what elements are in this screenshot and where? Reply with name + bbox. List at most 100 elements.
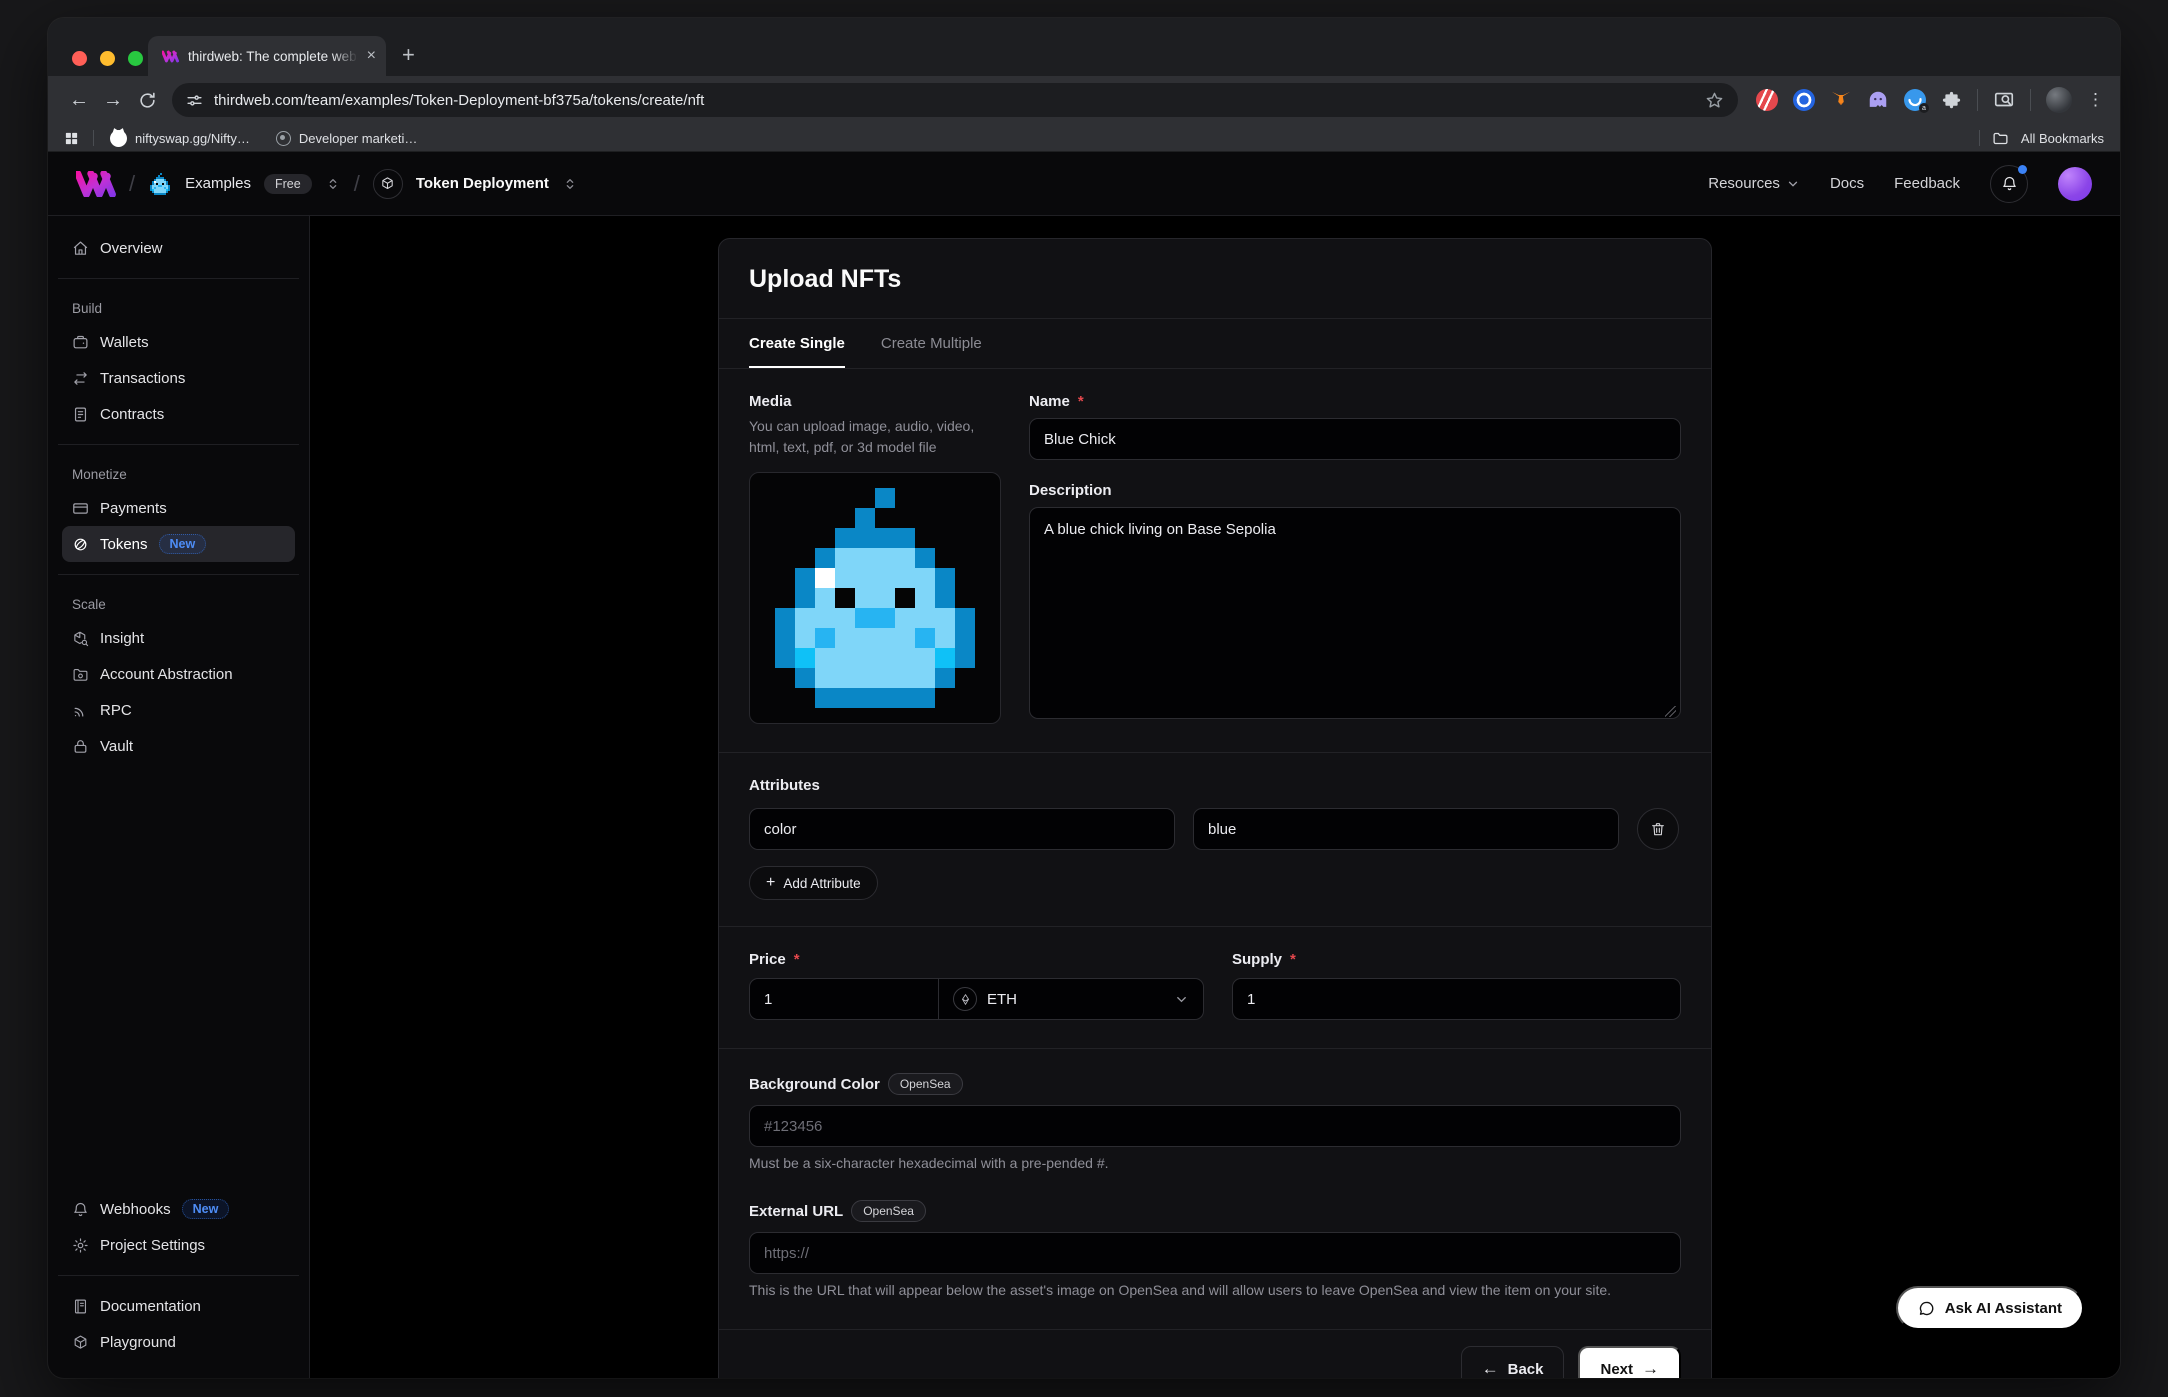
bookmark-developer-marketing[interactable]: Developer marketi… bbox=[276, 131, 418, 146]
cube-icon bbox=[72, 1334, 89, 1351]
section-attributes: Attributes + Add Attribute bbox=[719, 752, 1711, 926]
bookmark-star-icon[interactable] bbox=[1705, 91, 1724, 110]
metamask-extension-icon[interactable] bbox=[1830, 89, 1852, 111]
all-bookmarks[interactable]: All Bookmarks bbox=[1979, 130, 2104, 147]
bookmark-niftyswap[interactable]: niftyswap.gg/Nifty… bbox=[110, 130, 250, 147]
extension-round-blue-icon[interactable]: a bbox=[1904, 89, 1926, 111]
forward-icon[interactable]: → bbox=[96, 89, 130, 112]
thirdweb-app: / Examples Free / Token Deployment Reso bbox=[48, 152, 2120, 1378]
sidebar-item-contracts[interactable]: Contracts bbox=[62, 396, 295, 432]
add-attribute-button[interactable]: + Add Attribute bbox=[749, 866, 878, 900]
divider bbox=[58, 278, 299, 279]
attribute-value-input[interactable] bbox=[1193, 808, 1619, 850]
page-title: Upload NFTs bbox=[749, 265, 1681, 294]
background-color-input[interactable] bbox=[749, 1105, 1681, 1147]
supply-input[interactable] bbox=[1232, 978, 1681, 1020]
chrome-menu-icon[interactable]: ⋮ bbox=[2087, 90, 2101, 110]
sidebar-item-documentation[interactable]: Documentation bbox=[62, 1288, 295, 1324]
new-tab-button[interactable]: + bbox=[402, 42, 415, 68]
resources-link[interactable]: Resources bbox=[1708, 175, 1800, 192]
sidebar-item-insight[interactable]: Insight bbox=[62, 620, 295, 656]
feedback-link[interactable]: Feedback bbox=[1894, 175, 1960, 192]
extensions-puzzle-icon[interactable] bbox=[1941, 90, 1962, 111]
price-group: ETH bbox=[749, 978, 1204, 1020]
credit-card-icon bbox=[72, 500, 89, 517]
phantom-extension-icon[interactable] bbox=[1867, 89, 1889, 111]
extension-blue-icon[interactable] bbox=[1793, 89, 1815, 111]
add-attribute-label: Add Attribute bbox=[783, 876, 860, 891]
lock-icon bbox=[72, 738, 89, 755]
close-window-button[interactable] bbox=[72, 51, 87, 66]
apps-grid-icon[interactable] bbox=[64, 131, 79, 146]
browser-window: thirdweb: The complete web3 × + ← → thir… bbox=[48, 18, 2120, 1378]
notification-dot bbox=[2018, 165, 2027, 174]
media-helper: You can upload image, audio, video, html… bbox=[749, 416, 997, 458]
bookmark-label: niftyswap.gg/Nifty… bbox=[135, 131, 250, 146]
sidebar-item-transactions[interactable]: Transactions bbox=[62, 360, 295, 396]
maximize-window-button[interactable] bbox=[128, 51, 143, 66]
name-description-column: Name * Description A blue chick living o… bbox=[1029, 393, 1681, 724]
external-url-input[interactable] bbox=[749, 1232, 1681, 1274]
extension-red-icon[interactable] bbox=[1756, 89, 1778, 111]
sidebar-item-webhooks[interactable]: Webhooks New bbox=[62, 1191, 295, 1227]
sidebar-item-vault[interactable]: Vault bbox=[62, 728, 295, 764]
required-asterisk: * bbox=[794, 951, 800, 968]
sidebar-item-tokens[interactable]: Tokens New bbox=[62, 526, 295, 562]
thirdweb-favicon-icon bbox=[162, 49, 179, 64]
attribute-row bbox=[749, 808, 1681, 850]
divider bbox=[58, 444, 299, 445]
sidebar-item-payments[interactable]: Payments bbox=[62, 490, 295, 526]
price-input[interactable] bbox=[749, 978, 939, 1020]
team-name[interactable]: Examples bbox=[185, 175, 251, 192]
name-input[interactable] bbox=[1029, 418, 1681, 460]
tab-create-multiple[interactable]: Create Multiple bbox=[881, 319, 982, 368]
next-button[interactable]: Next → bbox=[1578, 1346, 1681, 1378]
currency-select[interactable]: ETH bbox=[939, 978, 1204, 1020]
tab-create-single[interactable]: Create Single bbox=[749, 319, 845, 368]
url-text[interactable]: thirdweb.com/team/examples/Token-Deploym… bbox=[214, 92, 1694, 109]
sidebar-label: Tokens bbox=[100, 536, 148, 553]
sidebar-item-rpc[interactable]: RPC bbox=[62, 692, 295, 728]
delete-attribute-button[interactable] bbox=[1637, 808, 1679, 850]
chevron-down-icon bbox=[1786, 177, 1800, 191]
ask-ai-assistant-button[interactable]: Ask AI Assistant bbox=[1896, 1286, 2084, 1330]
tab-close-icon[interactable]: × bbox=[367, 48, 376, 64]
back-icon[interactable]: ← bbox=[62, 89, 96, 112]
sidebar-item-playground[interactable]: Playground bbox=[62, 1324, 295, 1360]
section-price-supply: Price * ETH bbox=[719, 926, 1711, 1048]
header-actions: Resources Docs Feedback bbox=[1708, 165, 2092, 203]
supply-column: Supply * bbox=[1232, 951, 1681, 1020]
team-switcher-icon[interactable] bbox=[325, 176, 341, 192]
sidebar-item-account-abstraction[interactable]: Account Abstraction bbox=[62, 656, 295, 692]
generic-favicon-icon bbox=[276, 131, 291, 146]
project-name[interactable]: Token Deployment bbox=[416, 175, 549, 192]
team-avatar bbox=[148, 173, 172, 195]
minimize-window-button[interactable] bbox=[100, 51, 115, 66]
app-body: Overview Build Wallets Transactions Cont… bbox=[48, 216, 2120, 1378]
browser-tab[interactable]: thirdweb: The complete web3 × bbox=[148, 36, 386, 76]
plan-badge: Free bbox=[264, 174, 312, 194]
sidebar-item-overview[interactable]: Overview bbox=[62, 230, 295, 266]
media-preview[interactable] bbox=[749, 472, 1001, 724]
toolbar-separator bbox=[1977, 89, 1978, 111]
notifications-button[interactable] bbox=[1990, 165, 2028, 203]
docs-link[interactable]: Docs bbox=[1830, 175, 1864, 192]
user-avatar[interactable] bbox=[2058, 167, 2092, 201]
back-button[interactable]: ← Back bbox=[1461, 1346, 1565, 1378]
reload-icon[interactable] bbox=[130, 89, 164, 112]
url-bar[interactable]: thirdweb.com/team/examples/Token-Deploym… bbox=[172, 83, 1738, 117]
devtools-device-icon[interactable] bbox=[1993, 89, 2015, 111]
project-switcher-icon[interactable] bbox=[562, 176, 578, 192]
sidebar-item-wallets[interactable]: Wallets bbox=[62, 324, 295, 360]
attribute-key-input[interactable] bbox=[749, 808, 1175, 850]
chrome-profile-avatar[interactable] bbox=[2046, 87, 2072, 113]
thirdweb-logo-icon[interactable] bbox=[76, 171, 116, 197]
description-textarea[interactable]: A blue chick living on Base Sepolia bbox=[1029, 507, 1681, 719]
sidebar-item-project-settings[interactable]: Project Settings bbox=[62, 1227, 295, 1263]
toolbar-separator bbox=[2030, 89, 2031, 111]
nft-image bbox=[755, 488, 995, 708]
site-settings-icon[interactable] bbox=[186, 92, 203, 109]
bookmarks-bar: niftyswap.gg/Nifty… Developer marketi… A… bbox=[48, 124, 2120, 152]
attributes-label: Attributes bbox=[749, 777, 1681, 794]
required-asterisk: * bbox=[1290, 951, 1296, 968]
